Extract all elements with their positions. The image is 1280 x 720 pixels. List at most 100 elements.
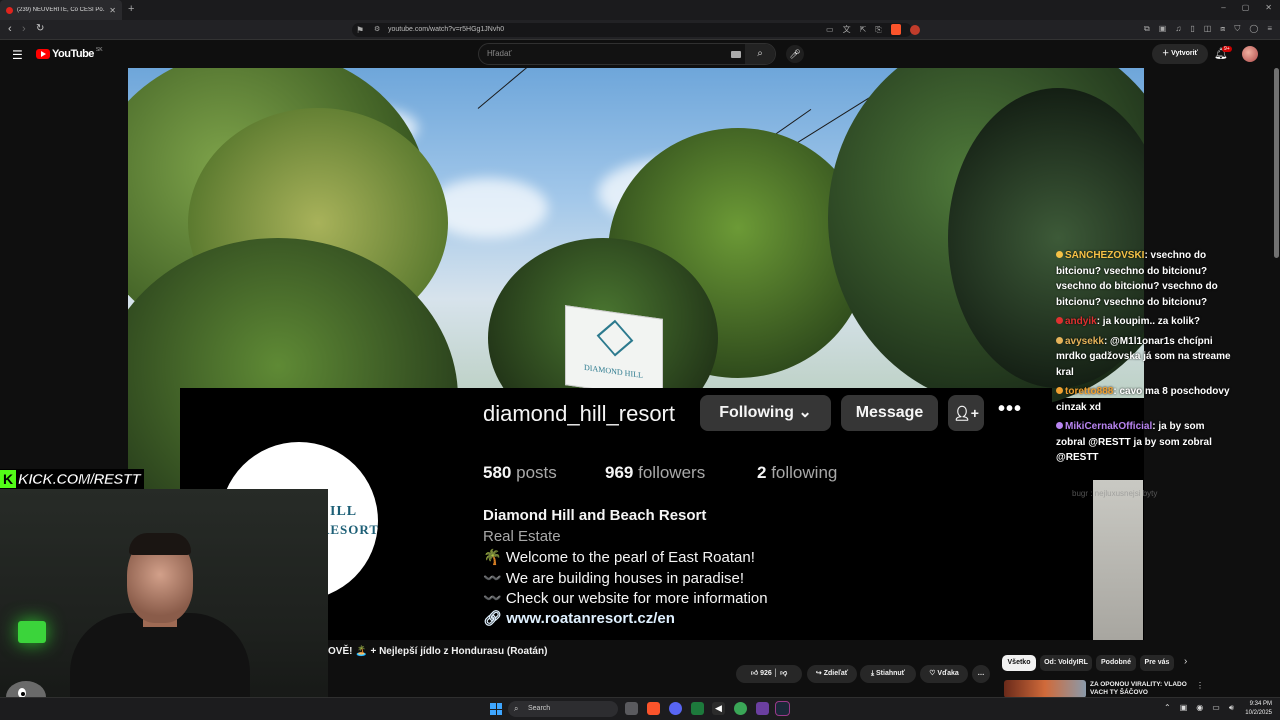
category-label: Real Estate <box>483 528 561 545</box>
posts-stat: 580 posts <box>483 463 557 482</box>
more-options-icon[interactable]: ••• <box>998 398 1022 421</box>
chip-related[interactable]: Podobné <box>1096 655 1136 671</box>
hamburger-menu-icon[interactable]: ☰ <box>12 48 23 62</box>
stream-chat-overlay: SANCHEZOVSKI: vsechno do bitcionu? vsech… <box>1056 248 1236 470</box>
brave-rewards-icon[interactable] <box>909 24 920 35</box>
cast-icon[interactable]: ▭ <box>826 25 834 34</box>
chat-username: SANCHEZOVSKI <box>1065 250 1145 261</box>
forward-icon[interactable]: › <box>22 23 26 35</box>
discord-icon[interactable] <box>669 702 682 715</box>
monitor-icon[interactable]: ▭ <box>1212 703 1220 713</box>
youtube-logo[interactable]: YouTube SK <box>36 47 103 60</box>
video-right-strip <box>1093 480 1143 640</box>
thumbs-down-icon[interactable]: 👎︎ <box>780 670 787 677</box>
copy-link-icon[interactable]: ⎘ <box>875 25 881 35</box>
account-avatar[interactable] <box>1242 46 1258 62</box>
recommendation-thumbnail[interactable] <box>1004 680 1086 698</box>
following-button[interactable]: Following ⌄ <box>700 395 831 431</box>
download-button[interactable]: ⤓ Stiahnuť <box>860 665 916 683</box>
bio-line: 🌴 Welcome to the pearl of East Roatan! <box>483 549 755 566</box>
site-info-icon[interactable]: ⚙ <box>374 23 380 37</box>
obs-icon[interactable] <box>756 702 769 715</box>
region-code: SK <box>95 47 103 53</box>
youtube-play-icon <box>36 49 50 59</box>
recommendation-title[interactable]: ZA OPONOU VIRALITY: VLADO VACH TY ŠÁČOVO <box>1090 681 1190 697</box>
chat-message: avysekk: @M1l1onar1s chcípni mrdko gadžo… <box>1056 334 1236 381</box>
media-icon[interactable]: ♫ <box>1175 24 1181 34</box>
search-box[interactable]: Hľadať ⌕ <box>478 43 776 65</box>
close-tab-icon[interactable]: ✕ <box>109 6 116 15</box>
vpn-icon[interactable]: ⛉ <box>1234 24 1240 34</box>
followers-stat[interactable]: 969 followers <box>605 463 705 483</box>
website-link[interactable]: 🔗︎ www.roatanresort.cz/en <box>483 609 675 627</box>
more-actions-button[interactable]: … <box>972 665 990 683</box>
sign-text: DIAMOND HILL <box>584 362 643 381</box>
download-icon: ⤓ <box>870 670 875 677</box>
bookmark-icon[interactable]: ⚑ <box>356 23 364 37</box>
xbox-icon[interactable] <box>734 702 747 715</box>
video-title: OVĚ! 🏝️ + Nejlepší jídlo z Hondurasu (Ro… <box>328 646 548 657</box>
split-view-icon[interactable]: ◫ <box>1204 24 1212 34</box>
like-button[interactable]: 👍︎ 926 │ 👎︎ <box>736 665 802 683</box>
minimize-icon[interactable]: – <box>1221 3 1225 12</box>
browser-tab-youtube[interactable]: (239) NEUVĚŘÍTE, Co ČEŠI Po... ✕ <box>0 0 122 20</box>
share-icon: ↪ <box>815 670 822 677</box>
chip-all[interactable]: Všetko <box>1002 655 1036 671</box>
youtube-header: ☰ YouTube SK Hľadať ⌕ 🎤︎ ＋ Vytvoriť 🔔︎ 9… <box>0 40 1280 68</box>
profile-icon[interactable]: ◯ <box>1249 24 1258 34</box>
volume-icon[interactable]: 🔊︎ <box>1229 703 1234 713</box>
voice-search-icon[interactable]: 🎤︎ <box>786 45 804 63</box>
page-scrollbar[interactable] <box>1274 68 1279 258</box>
back-icon[interactable]: ‹ <box>8 23 12 35</box>
task-view-icon[interactable] <box>625 702 638 715</box>
chat-message: andyik: ja koupim.. za kolik? <box>1056 314 1236 330</box>
excel-icon[interactable] <box>691 702 704 715</box>
brave-shield-icon[interactable] <box>890 24 901 35</box>
chip-for-you[interactable]: Pre vás <box>1140 655 1174 671</box>
youtube-favicon-icon <box>6 6 13 14</box>
tab-title: (239) NEUVĚŘÍTE, Co ČEŠI Po... <box>17 7 106 13</box>
chip-from-channel[interactable]: Od: VoldyIRL <box>1040 655 1092 671</box>
share-button[interactable]: ↪ Zdieľať <box>807 665 857 683</box>
close-window-icon[interactable]: ✕ <box>1265 3 1272 12</box>
brave-browser-icon[interactable] <box>647 702 660 715</box>
system-tray: ⌃ ▣ ◉ ▭ 🔊︎ <box>1164 703 1234 713</box>
taskbar-clock[interactable]: 9:34 PM 10/2/2025 <box>1240 700 1272 718</box>
following-stat[interactable]: 2 following <box>757 463 837 483</box>
tray-app2-icon[interactable]: ◉ <box>1196 703 1203 713</box>
search-input[interactable]: Hľadať <box>487 49 511 58</box>
recommendation-menu-icon[interactable]: ⋮ <box>1196 681 1204 690</box>
share-page-icon[interactable]: ⇱ <box>860 25 867 34</box>
streamer-hair <box>129 533 191 555</box>
add-person-icon[interactable]: 👤︎+ <box>948 395 984 431</box>
tabs-icon[interactable]: ⧈ <box>1220 24 1225 34</box>
wallet-icon[interactable]: ▣ <box>1159 24 1167 34</box>
sidebar-icon[interactable]: ▯ <box>1190 24 1194 34</box>
chevron-right-icon[interactable]: › <box>1184 656 1187 667</box>
streamer-webcam <box>0 489 328 720</box>
chat-message: MikiCernakOfficial: ja by som zobral @RE… <box>1056 419 1236 466</box>
message-button[interactable]: Message <box>841 395 938 431</box>
create-button[interactable]: ＋ Vytvoriť <box>1152 44 1208 64</box>
taskbar-search[interactable]: ⌕ Search <box>508 701 618 717</box>
green-light <box>18 621 46 643</box>
chat-message-faded: bugr : nejluxusnejsi byty <box>1072 489 1158 498</box>
tray-app-icon[interactable]: ▣ <box>1180 703 1188 713</box>
maximize-icon[interactable]: ▢ <box>1242 3 1250 12</box>
thanks-button[interactable]: ♡ Vďaka <box>920 665 968 683</box>
windows-start-icon[interactable] <box>490 703 502 715</box>
search-icon: ⌕ <box>514 704 519 713</box>
translate-icon[interactable]: 文 <box>843 24 851 35</box>
reload-icon[interactable]: ↻ <box>36 23 44 34</box>
new-tab-button[interactable]: + <box>128 3 134 15</box>
kick-logo-icon: K <box>0 470 16 488</box>
search-button[interactable]: ⌕ <box>745 44 775 64</box>
browser-menu-icon[interactable]: ≡ <box>1267 24 1272 34</box>
steam-icon[interactable] <box>775 701 790 716</box>
extensions-icon[interactable]: ⧉ <box>1144 24 1150 34</box>
capcut-icon[interactable]: ◀ <box>712 702 725 715</box>
keyboard-icon[interactable] <box>731 51 741 58</box>
chat-message: SANCHEZOVSKI: vsechno do bitcionu? vsech… <box>1056 248 1236 310</box>
display-name: Diamond Hill and Beach Resort <box>483 507 707 524</box>
tray-expand-icon[interactable]: ⌃ <box>1164 703 1171 713</box>
